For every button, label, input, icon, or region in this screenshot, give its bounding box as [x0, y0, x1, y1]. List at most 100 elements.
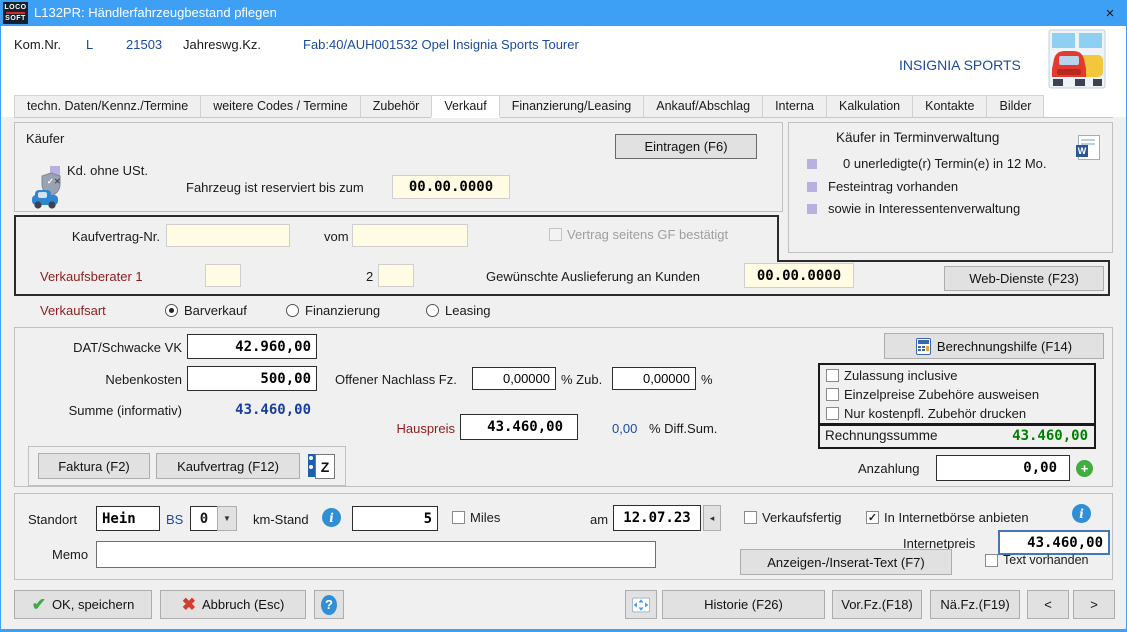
ok-speichern-button[interactable]: ✔ OK, speichern [14, 590, 152, 619]
inserat-text-button[interactable]: Anzeigen-/Inserat-Text (F7) [740, 549, 952, 575]
window-title: L132PR: Händlerfahrzeugbestand pflegen [34, 5, 277, 20]
vehicle-description: Fab:40/AUH001532 Opel Insignia Sports To… [303, 37, 579, 52]
radio-barverkauf[interactable]: Barverkauf [165, 303, 247, 318]
title-bar[interactable]: LOCO SOFT L132PR: Händlerfahrzeugbestand… [0, 0, 1127, 26]
verkaufsberater2-field[interactable] [378, 264, 414, 287]
nebenkosten-field[interactable] [187, 366, 317, 391]
locosoft-logo-icon: LOCO SOFT [3, 2, 28, 24]
abbruch-button[interactable]: ✖ Abbruch (Esc) [160, 590, 306, 619]
verkaufsfertig-checkbox[interactable]: Verkaufsfertig [744, 510, 842, 525]
anzahlung-plus-icon[interactable]: + [1076, 460, 1093, 477]
termin-bullet-icon [807, 204, 817, 214]
vom-field[interactable] [352, 224, 468, 247]
pct-label: % [701, 372, 713, 387]
checkbox-box [826, 369, 839, 382]
tab-verkauf[interactable]: Verkauf [431, 95, 499, 117]
date-back-arrow-icon[interactable]: ◂ [703, 505, 721, 531]
hauspreis-label: Hauspreis [375, 421, 455, 436]
svg-text:✓: ✓ [47, 177, 54, 186]
tab-zubehoer[interactable]: Zubehör [360, 95, 433, 117]
nachlass-fz-field[interactable] [472, 367, 556, 390]
model-name: INSIGNIA SPORTS [899, 57, 1021, 73]
auslieferung-datum-field[interactable] [744, 263, 854, 288]
termin-item-2: Festeintrag vorhanden [828, 179, 958, 194]
radio-leasing-label: Leasing [445, 303, 491, 318]
kaufvertrag-button[interactable]: Kaufvertrag (F12) [156, 453, 300, 479]
prev-button[interactable]: < [1027, 590, 1069, 619]
filiale-number: 0 [200, 511, 208, 527]
hauspreis-field[interactable] [460, 414, 578, 440]
web-dienste-button[interactable]: Web-Dienste (F23) [944, 266, 1104, 291]
pct-zub-label: % Zub. [561, 372, 602, 387]
calculator-icon [916, 338, 931, 355]
close-icon[interactable]: × [1096, 1, 1124, 25]
abbruch-label: Abbruch (Esc) [202, 597, 284, 612]
text-vorhanden-checkbox[interactable]: Text vorhanden [985, 553, 1088, 567]
verkaufsfertig-label: Verkaufsfertig [762, 510, 842, 525]
nae-fz-button[interactable]: Nä.Fz.(F19) [930, 590, 1020, 619]
tab-kontakte[interactable]: Kontakte [912, 95, 987, 117]
ok-check-icon: ✔ [32, 595, 46, 615]
anzahlung-field[interactable] [936, 455, 1070, 481]
checkbox-box [744, 511, 757, 524]
help-button[interactable]: ? [314, 590, 344, 619]
next-button[interactable]: > [1073, 590, 1115, 619]
kostenpfl-label: Nur kostenpfl. Zubehör drucken [844, 406, 1026, 421]
text-vorhanden-label: Text vorhanden [1003, 553, 1088, 567]
miles-checkbox[interactable]: Miles [452, 510, 500, 525]
filiale-dropdown-arrow-icon[interactable]: ▼ [217, 506, 237, 531]
am-label: am [590, 512, 608, 527]
auslieferung-label: Gewünschte Auslieferung an Kunden [486, 269, 700, 284]
dat-schwacke-field[interactable] [187, 334, 317, 359]
word-doc-icon[interactable]: W [1078, 135, 1100, 160]
tab-kalkulation[interactable]: Kalkulation [826, 95, 913, 117]
move-window-button[interactable] [625, 590, 657, 619]
einzelpreise-checkbox[interactable]: Einzelpreise Zubehöre ausweisen [826, 387, 1039, 402]
berechnungshilfe-label: Berechnungshilfe (F14) [937, 339, 1072, 354]
zulassung-label: Zulassung inclusive [844, 368, 957, 383]
faktura-button[interactable]: Faktura (F2) [38, 453, 150, 479]
memo-field[interactable] [96, 541, 656, 568]
standort-label: Standort [28, 512, 77, 527]
am-datum-field[interactable] [613, 505, 701, 531]
km-stand-field[interactable] [352, 506, 438, 531]
radio-dot [286, 304, 299, 317]
verkaufsberater1-field[interactable] [205, 264, 241, 287]
kom-nr-prefix: L [86, 37, 93, 52]
tab-finanzierung-leasing[interactable]: Finanzierung/Leasing [499, 95, 645, 117]
reserviert-datum-field[interactable] [392, 175, 510, 199]
standort-field[interactable] [96, 506, 160, 531]
internetboerse-checkbox[interactable]: In Internetbörse anbieten [866, 510, 1029, 525]
nachlass-zub-field[interactable] [612, 367, 696, 390]
verkaufsberater-label: Verkaufsberater 1 [40, 269, 143, 284]
radio-finanzierung[interactable]: Finanzierung [286, 303, 380, 318]
km-info-icon[interactable]: i [322, 508, 341, 527]
vor-fz-button[interactable]: Vor.Fz.(F18) [832, 590, 922, 619]
logo-text-bottom: SOFT [5, 15, 26, 22]
internet-info-icon[interactable]: i [1072, 504, 1091, 523]
kom-nr-value: 21503 [126, 37, 162, 52]
internetpreis-field[interactable] [998, 530, 1110, 555]
km-stand-label: km-Stand [253, 512, 309, 527]
tab-weitere-codes[interactable]: weitere Codes / Termine [200, 95, 361, 117]
radio-leasing[interactable]: Leasing [426, 303, 491, 318]
zulassung-checkbox[interactable]: Zulassung inclusive [826, 368, 957, 383]
verkaufsberater2-label: 2 [366, 269, 373, 284]
checkbox-box [826, 388, 839, 401]
berechnungshilfe-button[interactable]: Berechnungshilfe (F14) [884, 333, 1104, 359]
zb-doc-icon[interactable]: Z [308, 452, 334, 479]
eintragen-button[interactable]: Eintragen (F6) [615, 134, 757, 159]
help-icon: ? [321, 595, 337, 615]
internetboerse-label: In Internetbörse anbieten [884, 510, 1029, 525]
kaufvertrag-nr-field[interactable] [166, 224, 290, 247]
historie-button[interactable]: Historie (F26) [662, 590, 825, 619]
tab-interna[interactable]: Interna [762, 95, 827, 117]
tab-techn-daten[interactable]: techn. Daten/Kennz./Termine [14, 95, 201, 117]
termin-item-1: 0 unerledigte(r) Termin(e) in 12 Mo. [843, 156, 1047, 171]
app-window: LOCO SOFT L132PR: Händlerfahrzeugbestand… [0, 0, 1127, 632]
diff-value: 0,00 [612, 421, 637, 436]
tab-ankauf-abschlag[interactable]: Ankauf/Abschlag [643, 95, 763, 117]
tab-bilder[interactable]: Bilder [986, 95, 1044, 117]
kostenpfl-checkbox[interactable]: Nur kostenpfl. Zubehör drucken [826, 406, 1026, 421]
checkbox-box [985, 554, 998, 567]
